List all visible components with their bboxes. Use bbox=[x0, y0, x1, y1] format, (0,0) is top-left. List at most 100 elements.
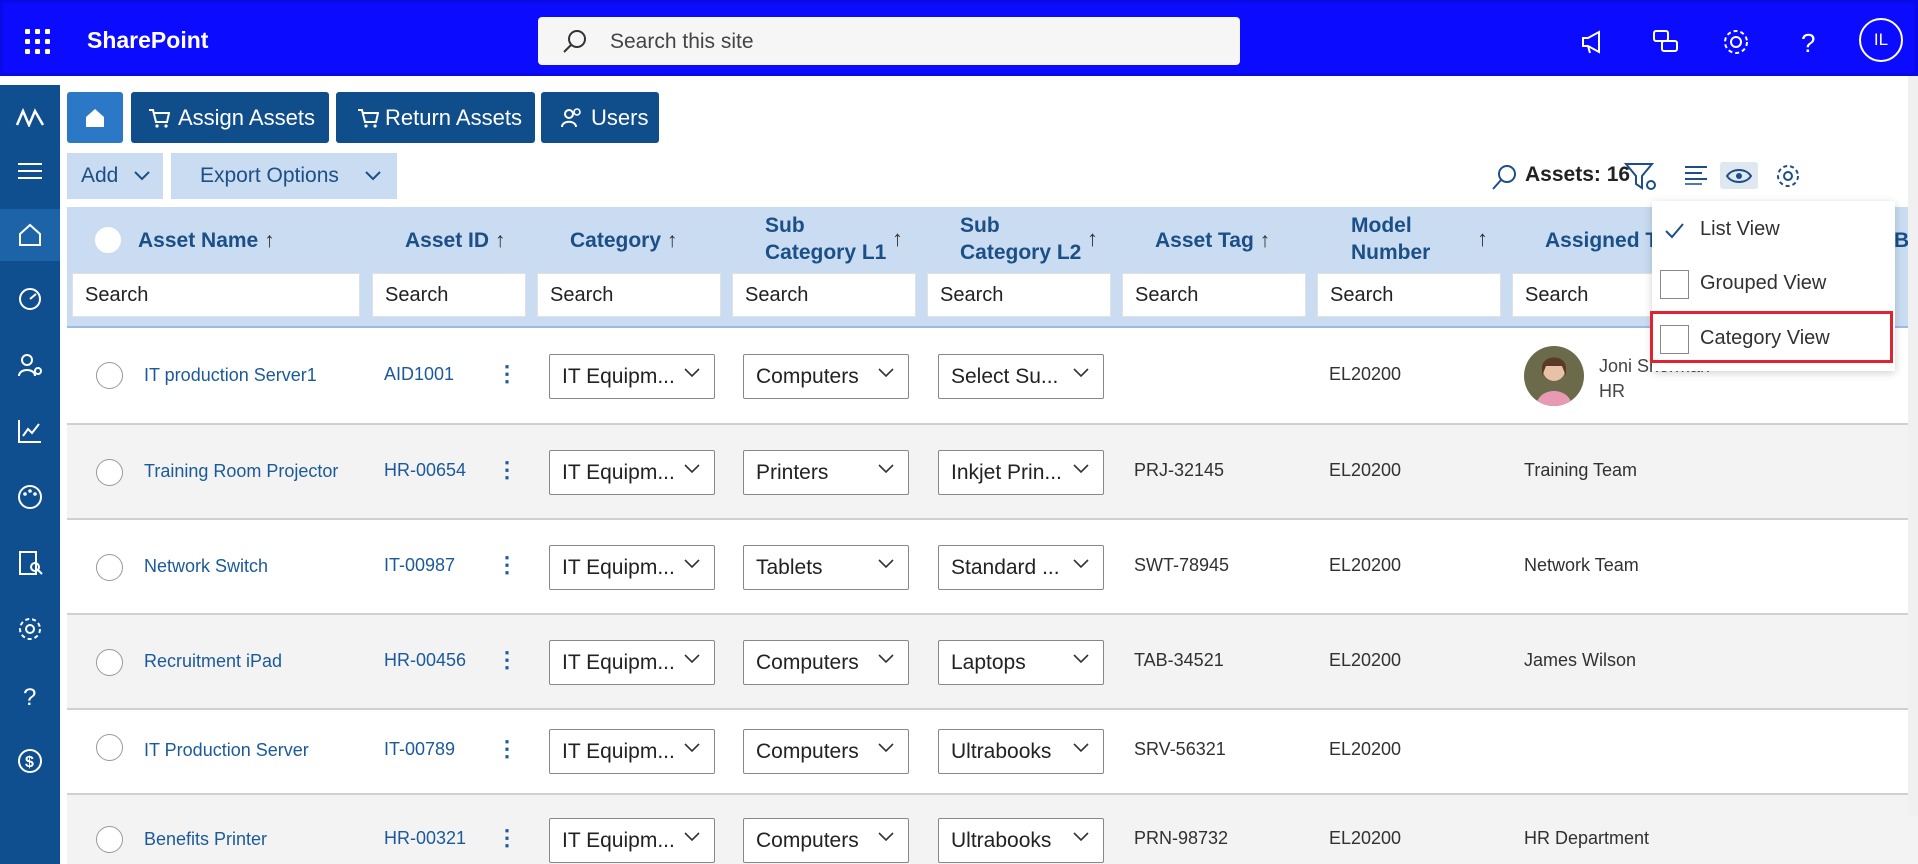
table-row[interactable]: Training Room Projector HR-00654 ⋮ IT Eq… bbox=[67, 425, 1918, 520]
asset-name-link[interactable]: Network Switch bbox=[144, 556, 268, 577]
eye-icon[interactable] bbox=[1720, 162, 1758, 189]
table-row[interactable]: Benefits Printer HR-00321 ⋮ IT Equipm...… bbox=[67, 795, 1918, 864]
palette-icon[interactable] bbox=[0, 471, 60, 523]
sub-category-l1-dropdown[interactable]: Computers bbox=[743, 640, 909, 685]
asset-id-link[interactable]: HR-00654 bbox=[384, 460, 466, 481]
asset-id-link[interactable]: IT-00789 bbox=[384, 739, 455, 760]
sub-category-l1-dropdown[interactable]: Printers bbox=[743, 450, 909, 495]
sub-category-l2-dropdown[interactable]: Inkjet Prin... bbox=[938, 450, 1104, 495]
kebab-icon[interactable]: ⋮ bbox=[496, 457, 518, 483]
menu-icon[interactable] bbox=[0, 145, 60, 197]
sort-arrow[interactable]: ↑ bbox=[892, 226, 903, 252]
chart-icon[interactable] bbox=[0, 405, 60, 457]
row-select-radio[interactable] bbox=[96, 459, 123, 486]
checkbox-checked[interactable] bbox=[1660, 216, 1689, 245]
asset-id-link[interactable]: AID1001 bbox=[384, 364, 454, 385]
filter-sub-category-l2[interactable]: Search bbox=[927, 273, 1111, 317]
row-select-radio[interactable] bbox=[96, 734, 123, 761]
col-model-number[interactable]: Model Number bbox=[1351, 212, 1430, 266]
filter-asset-tag[interactable]: Search bbox=[1122, 273, 1306, 317]
row-select-radio[interactable] bbox=[96, 826, 123, 853]
gear-icon[interactable] bbox=[1775, 163, 1801, 189]
return-assets-button[interactable]: Return Assets bbox=[336, 92, 535, 143]
filter-icon[interactable] bbox=[1624, 161, 1658, 193]
chat-icon[interactable] bbox=[1651, 27, 1681, 57]
assign-assets-button[interactable]: Assign Assets bbox=[131, 92, 329, 143]
asset-name-link[interactable]: IT Production Server bbox=[144, 740, 309, 761]
row-select-radio[interactable] bbox=[96, 649, 123, 676]
sub-category-l2-dropdown[interactable]: Ultrabooks bbox=[938, 818, 1104, 863]
category-dropdown[interactable]: IT Equipm... bbox=[549, 818, 715, 863]
settings-icon[interactable] bbox=[0, 603, 60, 655]
sort-arrow[interactable]: ↑ bbox=[1087, 226, 1098, 252]
report-icon[interactable] bbox=[0, 537, 60, 589]
col-assigned-to[interactable]: Assigned To bbox=[1545, 227, 1669, 254]
sub-category-l1-dropdown[interactable]: Computers bbox=[743, 818, 909, 863]
sub-category-l1-dropdown[interactable]: Tablets bbox=[743, 545, 909, 590]
add-dropdown[interactable]: Add bbox=[67, 153, 163, 199]
category-dropdown[interactable]: IT Equipm... bbox=[549, 640, 715, 685]
app-brand[interactable]: SharePoint bbox=[87, 27, 208, 54]
asset-name-link[interactable]: Benefits Printer bbox=[144, 829, 267, 850]
asset-name-link[interactable]: Training Room Projector bbox=[144, 461, 338, 482]
asset-name-link[interactable]: IT production Server1 bbox=[144, 365, 317, 386]
billing-icon[interactable]: $ bbox=[0, 735, 60, 787]
help-icon[interactable]: ? bbox=[1793, 27, 1823, 57]
list-icon[interactable] bbox=[1684, 165, 1708, 185]
col-asset-tag[interactable]: Asset Tag ↑ bbox=[1155, 227, 1270, 254]
site-search-input[interactable]: Search this site bbox=[538, 17, 1240, 65]
gear-icon[interactable] bbox=[1721, 27, 1751, 57]
vertical-scrollbar[interactable] bbox=[1908, 76, 1918, 816]
kebab-icon[interactable]: ⋮ bbox=[496, 736, 518, 762]
row-select-radio[interactable] bbox=[96, 362, 123, 389]
sub-category-l1-dropdown[interactable]: Computers bbox=[743, 354, 909, 399]
col-sub-category-l2[interactable]: Sub Category L2 bbox=[960, 212, 1081, 266]
sub-category-l2-dropdown[interactable]: Select Su... bbox=[938, 354, 1104, 399]
megaphone-icon[interactable] bbox=[1579, 27, 1609, 57]
category-dropdown[interactable]: IT Equipm... bbox=[549, 354, 715, 399]
home-icon[interactable] bbox=[0, 209, 60, 261]
dashboard-icon[interactable] bbox=[0, 273, 60, 325]
col-sub-category-l1[interactable]: Sub Category L1 bbox=[765, 212, 886, 266]
table-row[interactable]: IT production Server1 AID1001 ⋮ IT Equip… bbox=[67, 328, 1918, 425]
user-settings-icon[interactable] bbox=[0, 339, 60, 391]
view-option-list[interactable]: List View bbox=[1652, 203, 1895, 257]
filter-model-number[interactable]: Search bbox=[1317, 273, 1501, 317]
sub-category-l2-dropdown[interactable]: Laptops bbox=[938, 640, 1104, 685]
export-options-dropdown[interactable]: Export Options bbox=[171, 153, 397, 199]
category-dropdown[interactable]: IT Equipm... bbox=[549, 450, 715, 495]
table-row[interactable]: Network Switch IT-00987 ⋮ IT Equipm... T… bbox=[67, 520, 1918, 615]
table-row[interactable]: Recruitment iPad HR-00456 ⋮ IT Equipm...… bbox=[67, 615, 1918, 710]
filter-sub-category-l1[interactable]: Search bbox=[732, 273, 916, 317]
users-button[interactable]: Users bbox=[541, 92, 659, 143]
home-button[interactable] bbox=[67, 92, 123, 143]
sub-category-l1-dropdown[interactable]: Computers bbox=[743, 729, 909, 774]
select-all-radio[interactable] bbox=[95, 227, 121, 253]
asset-id-link[interactable]: HR-00321 bbox=[384, 828, 466, 849]
sub-category-l2-dropdown[interactable]: Ultrabooks bbox=[938, 729, 1104, 774]
col-partial[interactable]: B bbox=[1894, 227, 1909, 254]
kebab-icon[interactable]: ⋮ bbox=[496, 647, 518, 673]
col-category[interactable]: Category ↑ bbox=[570, 227, 677, 254]
filter-asset-id[interactable]: Search bbox=[372, 273, 526, 317]
row-select-radio[interactable] bbox=[96, 554, 123, 581]
help-rail-icon[interactable]: ? bbox=[0, 669, 60, 721]
asset-name-link[interactable]: Recruitment iPad bbox=[144, 651, 282, 672]
kebab-icon[interactable]: ⋮ bbox=[496, 825, 518, 851]
logo-icon[interactable] bbox=[0, 91, 60, 143]
kebab-icon[interactable]: ⋮ bbox=[496, 361, 518, 387]
kebab-icon[interactable]: ⋮ bbox=[496, 552, 518, 578]
waffle-icon[interactable] bbox=[25, 29, 51, 55]
col-asset-id[interactable]: Asset ID ↑ bbox=[405, 227, 505, 254]
col-asset-name[interactable]: Asset Name ↑ bbox=[138, 227, 275, 254]
search-icon[interactable] bbox=[1490, 164, 1518, 192]
checkbox[interactable] bbox=[1660, 270, 1689, 299]
category-dropdown[interactable]: IT Equipm... bbox=[549, 729, 715, 774]
sub-category-l2-dropdown[interactable]: Standard ... bbox=[938, 545, 1104, 590]
filter-asset-name[interactable]: Search bbox=[72, 273, 360, 317]
asset-id-link[interactable]: IT-00987 bbox=[384, 555, 455, 576]
table-row[interactable]: IT Production Server IT-00789 ⋮ IT Equip… bbox=[67, 710, 1918, 795]
user-avatar[interactable]: IL bbox=[1859, 18, 1903, 62]
view-option-grouped[interactable]: Grouped View bbox=[1652, 257, 1895, 311]
filter-category[interactable]: Search bbox=[537, 273, 721, 317]
